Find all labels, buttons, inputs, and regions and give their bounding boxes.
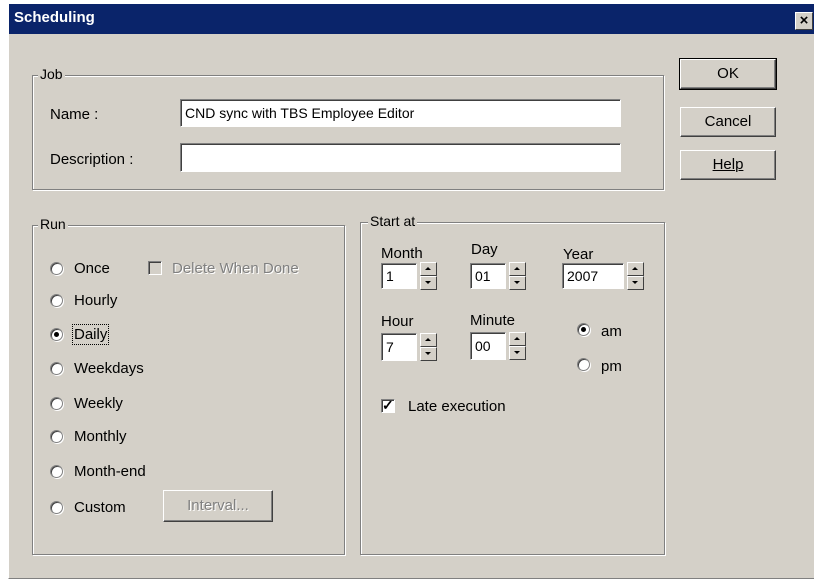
radio-hourly[interactable] [50, 294, 63, 307]
checkmark-icon: ✓ [382, 397, 394, 413]
minute-spin-down[interactable] [509, 346, 526, 360]
up-arrow-icon [425, 267, 431, 270]
job-group [32, 75, 664, 190]
radio-custom[interactable] [50, 501, 63, 514]
radio-pm[interactable] [577, 358, 590, 371]
delete-when-done-label: Delete When Done [172, 260, 299, 277]
minute-input[interactable] [470, 332, 506, 360]
radio-pm-label[interactable]: pm [601, 358, 622, 375]
radio-weekly-label[interactable]: Weekly [74, 395, 123, 412]
radio-month-end[interactable] [50, 465, 63, 478]
year-label: Year [563, 246, 594, 263]
hour-spinner [420, 333, 437, 361]
minute-label: Minute [470, 312, 516, 329]
year-spin-up[interactable] [627, 262, 644, 276]
title-bar [8, 4, 814, 34]
month-input[interactable] [381, 263, 417, 289]
radio-daily-label[interactable]: Daily [71, 324, 110, 345]
radio-once[interactable] [50, 262, 63, 275]
hour-input[interactable] [381, 333, 417, 361]
help-button-label: Help [712, 156, 744, 173]
down-arrow-icon [514, 281, 520, 284]
down-arrow-icon [632, 281, 638, 284]
radio-weekly[interactable] [50, 397, 63, 410]
radio-daily[interactable] [50, 328, 63, 341]
close-icon: × [799, 12, 809, 29]
radio-weekdays[interactable] [50, 362, 63, 375]
day-label: Day [471, 241, 498, 258]
minute-spin-up[interactable] [509, 332, 526, 346]
radio-selected-dot [54, 332, 59, 337]
window-title: Scheduling [14, 9, 95, 26]
late-execution-checkbox[interactable]: ✓ [381, 397, 395, 413]
cancel-button[interactable]: Cancel [680, 107, 776, 137]
radio-am-label[interactable]: am [601, 323, 622, 340]
job-group-legend: Job [38, 66, 65, 82]
start-at-group-legend: Start at [368, 213, 418, 229]
day-input[interactable] [470, 263, 506, 289]
radio-once-label[interactable]: Once [74, 260, 110, 277]
radio-hourly-label[interactable]: Hourly [74, 292, 117, 309]
day-spin-up[interactable] [509, 262, 526, 276]
year-input[interactable] [562, 263, 624, 289]
description-input[interactable] [180, 143, 621, 172]
radio-custom-label[interactable]: Custom [74, 499, 126, 516]
name-label: Name : [50, 106, 99, 123]
radio-selected-dot [581, 327, 586, 332]
interval-button-label: Interval... [187, 497, 249, 514]
month-spinner [420, 262, 437, 290]
hour-label: Hour [381, 313, 414, 330]
month-spin-down[interactable] [420, 276, 437, 290]
month-spin-up[interactable] [420, 262, 437, 276]
ok-button[interactable]: OK [679, 58, 777, 90]
down-arrow-icon [425, 281, 431, 284]
up-arrow-icon [514, 267, 520, 270]
late-execution-label[interactable]: Late execution [408, 398, 506, 415]
radio-month-end-label[interactable]: Month-end [74, 463, 146, 480]
radio-monthly[interactable] [50, 430, 63, 443]
up-arrow-icon [632, 267, 638, 270]
hour-spin-up[interactable] [420, 333, 437, 347]
up-arrow-icon [514, 337, 520, 340]
minute-spinner [509, 332, 526, 360]
month-label: Month [381, 245, 423, 262]
name-input[interactable] [180, 99, 621, 127]
run-group-legend: Run [38, 216, 68, 232]
interval-button: Interval... [163, 490, 273, 522]
radio-monthly-label[interactable]: Monthly [74, 428, 127, 445]
down-arrow-icon [425, 352, 431, 355]
day-spin-down[interactable] [509, 276, 526, 290]
day-spinner [509, 262, 526, 290]
description-label: Description : [50, 151, 134, 168]
delete-when-done-checkbox [148, 261, 162, 275]
year-spinner [627, 262, 644, 290]
hour-spin-down[interactable] [420, 347, 437, 361]
help-button[interactable]: Help [680, 150, 776, 180]
up-arrow-icon [425, 338, 431, 341]
year-spin-down[interactable] [627, 276, 644, 290]
radio-am[interactable] [577, 323, 590, 336]
down-arrow-icon [514, 351, 520, 354]
radio-weekdays-label[interactable]: Weekdays [74, 360, 144, 377]
close-button[interactable]: × [795, 12, 813, 30]
